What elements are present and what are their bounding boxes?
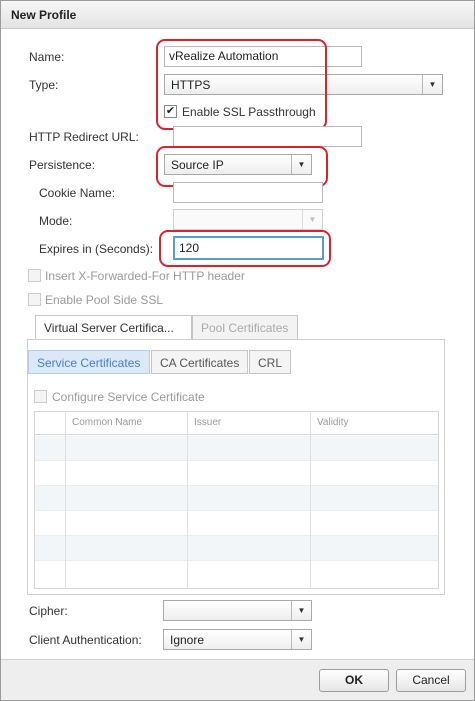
- configure-cert-label: Configure Service Certificate: [52, 390, 205, 404]
- expires-label: Expires in (Seconds):: [39, 242, 154, 256]
- table-row[interactable]: [35, 561, 438, 586]
- type-select-value: HTTPS: [171, 78, 211, 92]
- chevron-down-icon: ▼: [422, 75, 442, 94]
- persistence-label: Persistence:: [29, 158, 96, 172]
- client-auth-label: Client Authentication:: [29, 633, 142, 647]
- type-label: Type:: [29, 78, 59, 92]
- subtab-service-certificates[interactable]: Service Certificates: [28, 350, 150, 374]
- chevron-down-icon: ▼: [291, 155, 311, 174]
- tab-virtual-server-certificates[interactable]: Virtual Server Certifica...: [35, 315, 192, 339]
- type-select[interactable]: HTTPS ▼: [164, 74, 443, 95]
- column-common-name[interactable]: Common Name: [72, 417, 142, 428]
- tab-pool-certificates[interactable]: Pool Certificates: [192, 315, 298, 339]
- certificates-panel: Service Certificates CA Certificates CRL…: [27, 339, 445, 595]
- configure-cert-checkbox[interactable]: [34, 390, 47, 403]
- persistence-select[interactable]: Source IP ▼: [164, 154, 312, 175]
- redirect-url-input[interactable]: [173, 126, 362, 147]
- title-bar[interactable]: New Profile: [1, 1, 474, 29]
- chevron-down-icon: ▼: [291, 630, 311, 649]
- checkmark-icon: ✔: [165, 105, 176, 117]
- ok-button[interactable]: OK: [319, 669, 389, 692]
- dialog-title: New Profile: [11, 8, 77, 22]
- ssl-passthrough-checkbox[interactable]: ✔: [164, 105, 177, 118]
- pool-ssl-label: Enable Pool Side SSL: [45, 293, 164, 307]
- cancel-button[interactable]: Cancel: [396, 669, 466, 692]
- table-row[interactable]: [35, 436, 438, 461]
- subtab-ca-certificates[interactable]: CA Certificates: [151, 350, 248, 374]
- client-auth-select-value: Ignore: [170, 633, 205, 647]
- persistence-select-value: Source IP: [171, 158, 224, 172]
- table-row[interactable]: [35, 536, 438, 561]
- dialog-footer: OK Cancel: [1, 659, 474, 700]
- column-validity[interactable]: Validity: [317, 417, 349, 428]
- column-issuer[interactable]: Issuer: [194, 417, 221, 428]
- table-row[interactable]: [35, 486, 438, 511]
- expires-input[interactable]: 120: [173, 236, 324, 260]
- column-divider: [65, 412, 66, 588]
- table-row[interactable]: [35, 511, 438, 536]
- ssl-passthrough-label: Enable SSL Passthrough: [182, 105, 316, 119]
- column-divider: [187, 412, 188, 588]
- new-profile-dialog: New Profile Name: vRealize Automation Ty…: [0, 0, 475, 701]
- name-input[interactable]: vRealize Automation: [164, 46, 362, 67]
- redirect-url-label: HTTP Redirect URL:: [29, 130, 139, 144]
- cookie-name-input[interactable]: [173, 182, 323, 203]
- xff-checkbox[interactable]: [28, 269, 41, 282]
- cipher-label: Cipher:: [29, 604, 68, 618]
- chevron-down-icon: ▼: [291, 601, 311, 620]
- pool-ssl-checkbox[interactable]: [28, 293, 41, 306]
- chevron-down-icon: ▼: [302, 210, 322, 229]
- table-row[interactable]: [35, 461, 438, 486]
- mode-select[interactable]: ▼: [173, 209, 323, 230]
- xff-label: Insert X-Forwarded-For HTTP header: [45, 269, 245, 283]
- cipher-select[interactable]: ▼: [163, 600, 312, 621]
- subtab-crl[interactable]: CRL: [249, 350, 291, 374]
- mode-label: Mode:: [39, 214, 73, 228]
- table-header: Common Name Issuer Validity: [35, 412, 438, 435]
- certificates-table: Common Name Issuer Validity: [34, 411, 439, 589]
- cookie-name-label: Cookie Name:: [39, 186, 116, 200]
- client-auth-select[interactable]: Ignore ▼: [163, 629, 312, 650]
- column-divider: [310, 412, 311, 588]
- name-label: Name:: [29, 50, 65, 64]
